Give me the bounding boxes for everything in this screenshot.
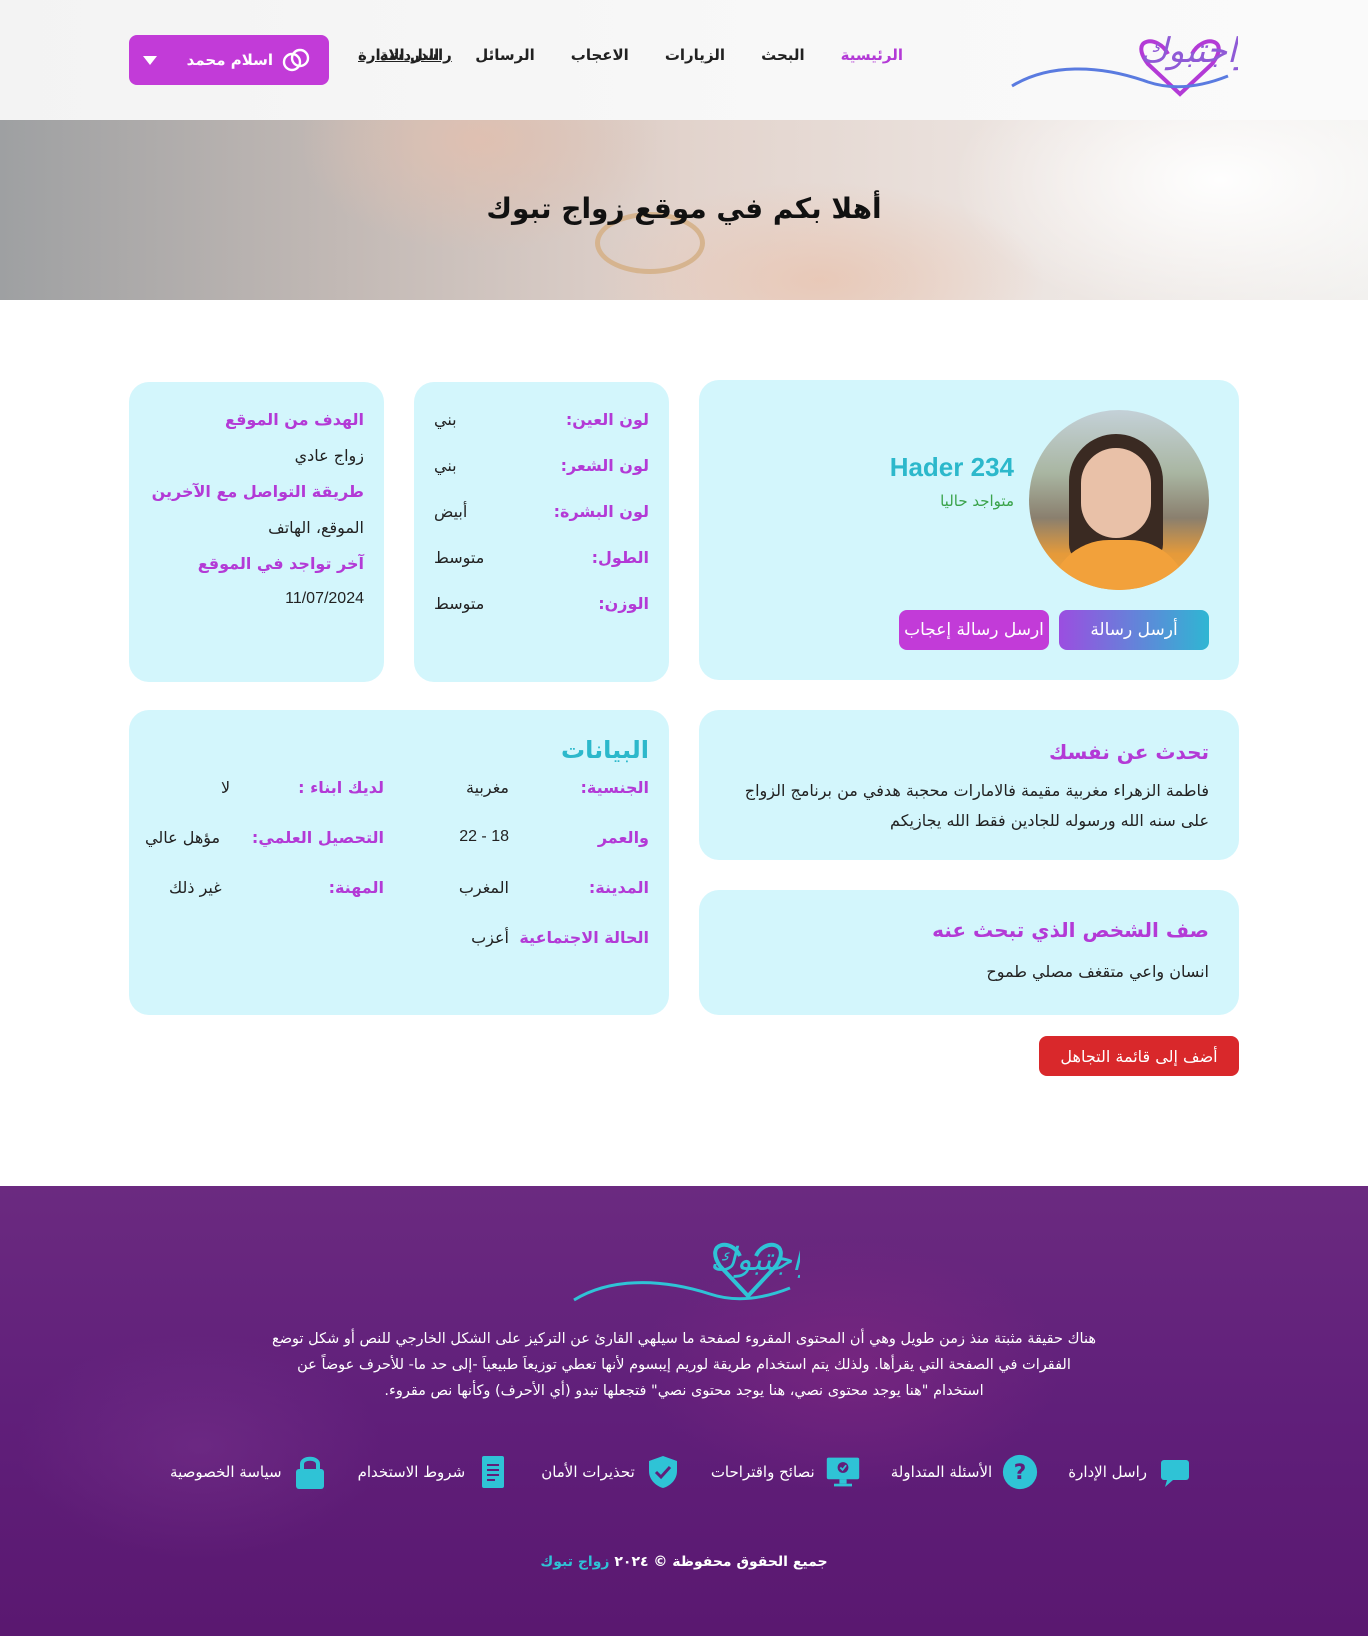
footer-link-tips[interactable]: نصائح واقتراحات [711,1454,861,1490]
about-title: تحدث عن نفسك [1048,740,1209,764]
profile-card: Hader 234 متواجد حاليا أرسل رسالة ارسل ر… [699,380,1239,680]
copyright-text: جميع الحقوق محفوظة © ٢٠٢٤ [614,1554,828,1570]
site-header: زواجتبوك الرئيسية البحث الزيارات الاعجاب… [0,0,1368,120]
copyright-brand[interactable]: زواج تبوك [540,1554,609,1570]
attr-key: لون الشعر: [560,456,649,475]
footer-logo[interactable]: زواجتبوك [570,1234,800,1308]
nav-likes[interactable]: الاعجاب [571,46,629,64]
attr-row: لون البشرة: أبيض [434,502,649,532]
main-nav: الرئيسية البحث الزيارات الاعجاب الرسائل … [380,46,903,64]
footer-link-label: سياسة الخصوصية [170,1463,282,1481]
data-key: والعمر [597,828,649,847]
chevron-down-icon [143,55,157,65]
hero-banner: أهلا بكم في موقع زواج تبوك [0,120,1368,300]
about-card: تحدث عن نفسك فاطمة الزهراء مغربية مقيمة … [699,710,1239,860]
data-value: مغربية [466,778,509,797]
user-name: اسلام محمد [186,51,273,69]
contact-admin-link[interactable]: راسل الادارة [358,46,452,64]
data-value: 18 - 22 [459,828,509,845]
attr-value: أبيض [434,502,468,521]
goal-label: الهدف من الموقع [225,410,364,429]
data-key: الحالة الاجتماعية [519,928,649,947]
lock-icon [292,1454,328,1490]
data-key: المهنة: [328,878,384,897]
footer-link-label: راسل الإدارة [1068,1463,1147,1481]
footer-link-safety[interactable]: تحذيرات الأمان [541,1454,681,1490]
contact-method-label: طريقة التواصل مع الآخرين [151,482,364,501]
data-title: البيانات [561,736,649,764]
data-key: الجنسية: [580,778,649,797]
attr-row: لون الشعر: بني [434,456,649,486]
svg-text:زواجتبوك: زواجتبوك [1140,31,1238,71]
hero-title: أهلا بكم في موقع زواج تبوك [486,192,882,225]
data-key: لديك ابناء : [298,778,384,797]
profile-name: Hader 234 [889,452,1014,482]
seek-card: صف الشخص الذي تبحث عنه انسان واعي متقغف … [699,890,1239,1015]
question-icon: ? [1002,1454,1038,1490]
attr-key: لون البشرة: [553,502,649,521]
site-logo[interactable]: زواجتبوك [1008,24,1238,98]
data-card: البيانات الجنسية: مغربية والعمر 18 - 22 … [129,710,669,1015]
contact-method-value: الموقع، الهاتف [268,518,364,537]
footer-link-label: شروط الاستخدام [357,1463,466,1481]
add-to-ignore-list-button[interactable]: أضف إلى قائمة التجاهل [1039,1036,1239,1076]
online-status: متواجد حاليا [940,492,1014,510]
footer-link-label: الأسئلة المتداولة [890,1463,993,1481]
nav-messages[interactable]: الرسائل [475,46,535,64]
seek-text: انسان واعي متقغف مصلي طموح [986,962,1209,981]
attr-key: الوزن: [598,594,649,613]
footer-link-faq[interactable]: ? الأسئلة المتداولة [891,1454,1038,1490]
attr-value: متوسط [434,594,485,613]
data-value: غير ذلك [169,878,222,897]
seek-title: صف الشخص الذي تبحث عنه [932,918,1209,942]
data-value: لا [221,778,231,797]
about-text: فاطمة الزهراء مغربية مقيمة فالامارات محج… [744,781,1209,830]
footer-description: هناك حقيقة مثبتة منذ زمن طويل وهي أن الم… [271,1331,1096,1399]
user-menu-button[interactable]: اسلام محمد [129,35,329,85]
attr-key: الطول: [591,548,649,567]
attr-key: لون العين: [565,410,649,429]
copyright: جميع الحقوق محفوظة © ٢٠٢٤ زواج تبوك [0,1554,1368,1570]
data-key: التحصيل العلمي: [251,828,384,847]
chat-icon [1157,1454,1193,1490]
last-seen-value: 11/07/2024 [285,590,364,607]
attr-value: متوسط [434,548,485,567]
goal-value: زواج عادي [294,446,364,465]
footer-link-label: تحذيرات الأمان [541,1463,635,1481]
data-value: مؤهل عالي [145,828,221,847]
rings-icon [282,48,310,72]
shield-icon [645,1454,681,1490]
send-message-button[interactable]: أرسل رسالة [1059,610,1209,650]
data-value: المغرب [458,878,509,897]
monitor-icon [825,1454,861,1490]
send-like-button[interactable]: ارسل رسالة إعجاب [899,610,1049,650]
attr-row: الطول: متوسط [434,548,649,578]
attr-row: لون العين: بني [434,410,649,440]
attributes-card: لون العين: بني لون الشعر: بني لون البشرة… [414,382,669,682]
data-key: المدينة: [588,878,649,897]
attr-row: الوزن: متوسط [434,594,649,624]
footer-links: راسل الإدارة ? الأسئلة المتداولة نصائح و… [170,1454,1193,1490]
attr-value: بني [434,456,457,475]
data-value: أعزب [471,928,509,947]
nav-visits[interactable]: الزيارات [665,46,725,64]
footer-link-label: نصائح واقتراحات [710,1463,815,1481]
svg-text:زواجتبوك: زواجتبوك [710,1240,800,1278]
svg-text:?: ? [1014,1460,1027,1485]
footer-link-contact-admin[interactable]: راسل الإدارة [1068,1454,1193,1490]
nav-home[interactable]: الرئيسية [841,46,903,64]
nav-search[interactable]: البحث [761,46,805,64]
last-seen-label: آخر تواجد في الموقع [197,554,364,573]
footer-link-privacy[interactable]: سياسة الخصوصية [170,1454,328,1490]
attr-value: بني [434,410,457,429]
avatar [1029,410,1209,590]
site-footer: زواجتبوك هناك حقيقة مثبتة منذ زمن طويل و… [0,1186,1368,1636]
goal-card: الهدف من الموقع زواج عادي طريقة التواصل … [129,382,384,682]
footer-link-terms[interactable]: شروط الاستخدام [358,1454,512,1490]
document-icon [475,1454,511,1490]
